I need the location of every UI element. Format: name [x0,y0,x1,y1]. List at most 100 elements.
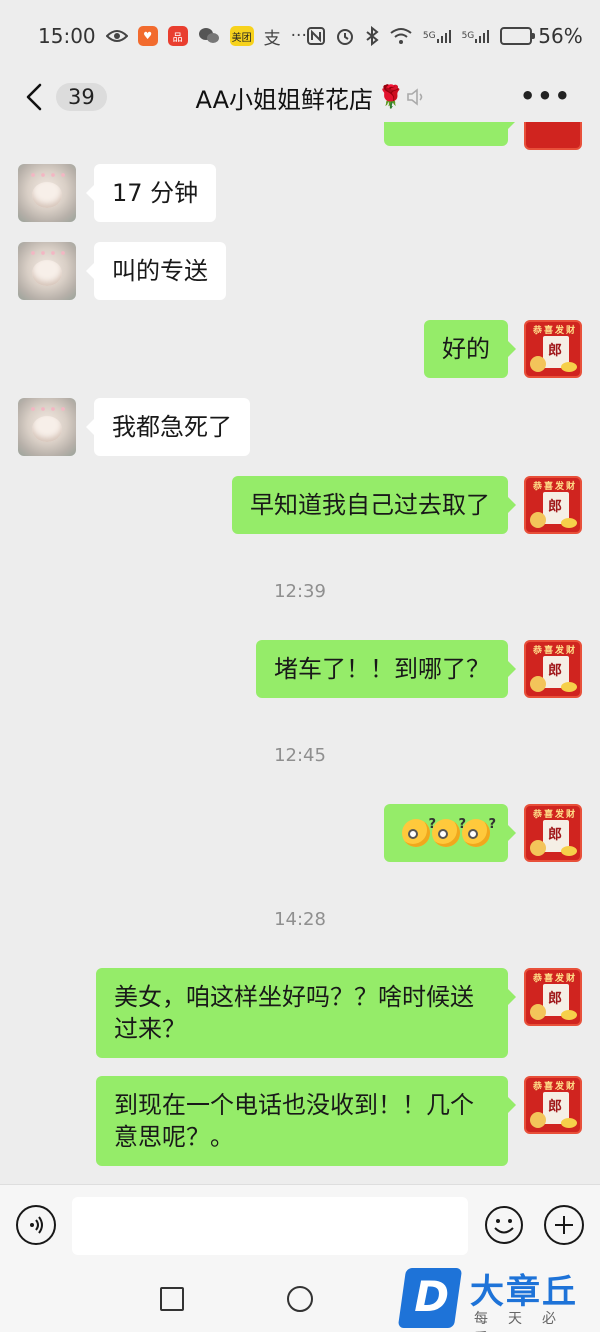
message-bubble[interactable]: 早知道我自己过去取了 [232,476,516,534]
emoji-row [402,809,496,849]
signal-label-2: 5G [461,31,475,41]
input-bar [0,1184,600,1266]
my-avatar[interactable]: 恭喜发财 郎 [524,640,582,698]
my-avatar[interactable]: 恭喜发财 郎 [524,804,582,862]
chat-title: AA小姐姐鲜花店 🌹 [196,80,405,115]
tiger-icon [530,356,546,372]
avatar-text: 恭喜发财 [532,326,577,336]
message-bubble[interactable]: 到现在一个电话也没收到！！几个意思呢？。 [96,1076,516,1166]
confused-emoji-icon [462,809,496,847]
nfc-icon [306,27,325,45]
avatar-char: 郎 [548,1099,562,1115]
chevron-left-icon [26,83,42,111]
avatar-char: 郎 [548,991,562,1007]
status-bar: 15:00 ♥ 品 美团 支 ··· 5G 5G 56% [0,0,600,72]
contact-avatar[interactable] [18,398,76,456]
status-left: 15:00 ♥ 品 美团 支 ··· [38,24,307,49]
tiger-icon [530,1004,546,1020]
my-avatar[interactable] [524,122,582,150]
avatar-char: 郎 [548,499,562,515]
contact-avatar[interactable] [18,164,76,222]
bluetooth-icon [365,26,379,46]
tiger-icon [530,512,546,528]
message-list[interactable]: 17 分钟 叫的专送 好的 恭喜发财 郎 我都急死了 早知道我自己过去取了 恭喜… [0,122,600,1184]
timestamp: 14:28 [274,909,326,930]
my-avatar[interactable]: 恭喜发财 郎 [524,320,582,378]
message-outgoing: 早知道我自己过去取了 恭喜发财 郎 [232,476,582,534]
app-icon-orange: ♥ [137,26,158,46]
watermark: D 大章丘 每天必看 [397,1264,600,1332]
avatar-text: 恭喜发财 [532,1082,577,1092]
app-icon-red: 品 [167,26,188,46]
avatar-text: 恭喜发财 [532,482,577,492]
gold-ingot-icon [561,846,577,856]
message-bubble[interactable]: 美女，咱这样坐好吗？？啥时候送过来？ [96,968,516,1058]
message-incoming: 我都急死了 [18,398,250,456]
avatar-text: 恭喜发财 [532,646,577,656]
message-bubble[interactable]: 我都急死了 [86,398,250,456]
message-outgoing: 好的 恭喜发财 郎 [424,320,582,378]
plus-icon [555,1216,573,1234]
voice-input-button[interactable] [16,1205,56,1245]
battery-indicator: 56% [500,24,583,48]
watermark-subtitle: 每天必看 [474,1311,576,1332]
gold-ingot-icon [561,1118,577,1128]
tiger-icon [530,1112,546,1128]
message-outgoing: 恭喜发财 郎 [384,804,582,862]
unread-count-badge: 39 [56,83,107,111]
message-outgoing: 堵车了！！到哪了？ 恭喜发财 郎 [256,640,582,698]
message-outgoing: 到现在一个电话也没收到！！几个意思呢？。 恭喜发财 郎 [96,1076,582,1166]
tiger-icon [530,840,546,856]
watermark-title: 大章丘 [470,1272,578,1312]
message-incoming: 叫的专送 [18,242,226,300]
message-bubble[interactable]: 好的 [424,320,516,378]
message-bubble[interactable]: 叫的专送 [86,242,226,300]
rose-icon: 🌹 [377,84,405,110]
signal-icon: 5G [423,28,452,44]
mute-icon [407,88,423,106]
more-functions-button[interactable] [544,1205,584,1245]
message-bubble-emoji[interactable] [384,804,516,862]
message-bubble[interactable]: 堵车了！！到哪了？ [256,640,516,698]
my-avatar[interactable]: 恭喜发财 郎 [524,968,582,1026]
gold-ingot-icon [561,1010,577,1020]
avatar-char: 郎 [548,663,562,679]
wechat-icon [198,27,220,45]
avatar-char: 郎 [548,343,562,359]
my-avatar[interactable]: 恭喜发财 郎 [524,1076,582,1134]
chat-title-text: AA小姐姐鲜花店 [195,85,374,114]
watermark-logo-icon: D [397,1268,463,1328]
recent-apps-button[interactable] [160,1287,184,1311]
message-partial [384,122,582,150]
timestamp: 12:39 [274,581,326,602]
home-button[interactable] [287,1286,313,1312]
message-outgoing: 美女，咱这样坐好吗？？啥时候送过来？ 恭喜发财 郎 [96,968,582,1058]
back-button[interactable]: 39 [20,80,107,114]
confused-emoji-icon [402,809,436,847]
emoji-button[interactable] [484,1205,524,1245]
tiger-icon [530,676,546,692]
signal-label: 5G [422,31,436,41]
message-input[interactable] [72,1197,468,1255]
gold-ingot-icon [561,518,577,528]
alipay-icon: 支 [263,28,281,49]
my-avatar[interactable]: 恭喜发财 郎 [524,476,582,534]
status-more: ··· [290,26,307,46]
message-bubble-partial [384,122,516,146]
alarm-icon [335,26,355,46]
signal-icon-2: 5G [462,28,491,44]
chat-header: 39 AA小姐姐鲜花店 🌹 ••• [0,72,600,122]
avatar-text: 恭喜发财 [532,974,577,984]
battery-icon [500,27,536,45]
voice-icon [30,1216,43,1234]
message-bubble[interactable]: 17 分钟 [85,164,217,222]
battery-percent: 56% [538,24,583,48]
gold-ingot-icon [561,362,577,372]
more-options-button[interactable]: ••• [520,84,572,108]
confused-emoji-icon [432,809,466,847]
watermark-logo-letter: D [414,1272,450,1321]
avatar-char: 郎 [548,827,562,843]
wifi-icon [389,27,413,45]
contact-avatar[interactable] [18,242,76,300]
message-incoming: 17 分钟 [18,164,217,222]
